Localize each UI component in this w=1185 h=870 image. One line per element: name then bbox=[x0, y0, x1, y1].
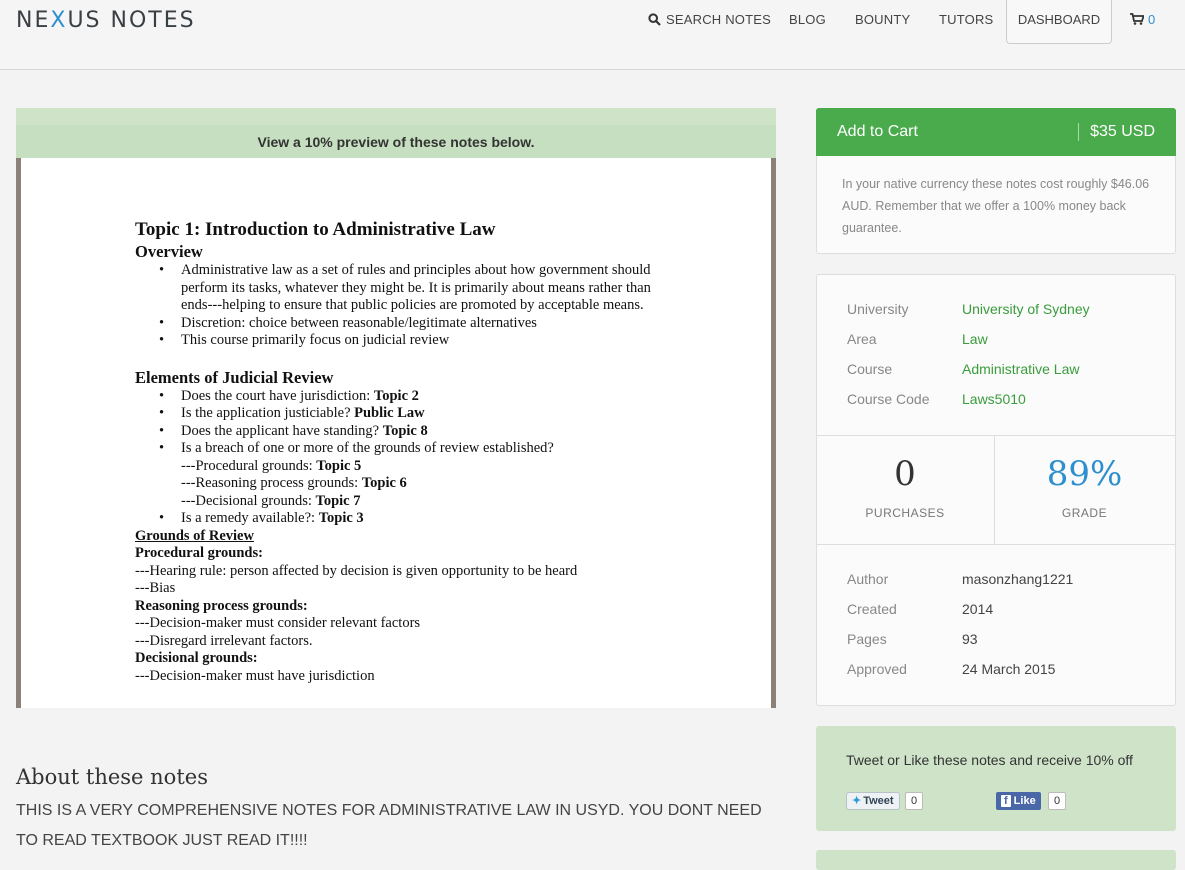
document-content: Topic 1: Introduction to Administrative … bbox=[135, 218, 755, 685]
list-item: Does the applicant have standing? Topic … bbox=[159, 423, 755, 441]
info-key: Pages bbox=[847, 631, 887, 647]
add-to-cart-label: Add to Cart bbox=[837, 123, 918, 140]
about-title: About these notes bbox=[16, 765, 208, 789]
text-line: ---Decision-maker must consider relevant… bbox=[135, 615, 421, 631]
purchases-label: PURCHASES bbox=[865, 506, 945, 520]
sub-item: ---Procedural grounds: Topic 5 bbox=[181, 457, 362, 474]
sub-item: ---Reasoning process grounds: Topic 6 bbox=[181, 475, 407, 491]
decisional-heading: Decisional grounds: bbox=[135, 650, 258, 666]
grounds-heading: Grounds of Review bbox=[135, 527, 254, 544]
tweet-button[interactable]: ✦ Tweet bbox=[846, 792, 900, 810]
purchases-count: 0 bbox=[894, 454, 916, 494]
info-key: Created bbox=[847, 601, 897, 617]
nav-search-notes[interactable]: SEARCH NOTES bbox=[648, 12, 771, 32]
text-line: ---Disregard irrelevant factors. bbox=[135, 632, 313, 649]
grade-label: GRADE bbox=[1061, 506, 1108, 520]
facebook-like-button[interactable]: f Like bbox=[996, 792, 1041, 810]
preview-banner: View a 10% preview of these notes below. bbox=[16, 125, 776, 159]
preview-document[interactable]: Topic 1: Introduction to Administrative … bbox=[16, 158, 776, 708]
shopping-cart-icon bbox=[1130, 13, 1145, 25]
add-to-cart-button[interactable]: Add to Cart $35 USD bbox=[816, 108, 1176, 156]
like-count: 0 bbox=[1048, 792, 1067, 810]
list-item: Discretion: choice between reasonable/le… bbox=[159, 315, 659, 333]
info-key: Area bbox=[847, 331, 877, 347]
twitter-bird-icon: ✦ bbox=[852, 795, 862, 807]
stats-section: 0 PURCHASES 89% GRADE bbox=[816, 435, 1176, 545]
site-logo[interactable]: NEXUS NOTES bbox=[16, 8, 196, 33]
logo-text-end: US NOTES bbox=[67, 8, 196, 33]
area-link[interactable]: Law bbox=[962, 331, 988, 347]
nav-cart[interactable]: 0 bbox=[1130, 12, 1155, 27]
button-divider bbox=[1078, 123, 1079, 141]
document-title: Topic 1: Introduction to Administrative … bbox=[135, 219, 496, 240]
text-line: ---Hearing rule: person affected by deci… bbox=[135, 562, 578, 579]
info-key: University bbox=[847, 301, 909, 317]
list-item: Is a remedy available?: Topic 3 bbox=[159, 510, 755, 528]
text-line: ---Bias bbox=[135, 580, 176, 596]
list-item: Is the application justiciable? Public L… bbox=[159, 405, 755, 423]
info-key: Course bbox=[847, 361, 893, 377]
text-line: ---Decision-maker must have jurisdiction bbox=[135, 667, 375, 684]
elements-list: Does the court have jurisdiction: Topic … bbox=[159, 388, 755, 458]
list-item: Does the court have jurisdiction: Topic … bbox=[159, 388, 755, 406]
sub-item: ---Decisional grounds: Topic 7 bbox=[181, 492, 361, 509]
currency-note: In your native currency these notes cost… bbox=[842, 177, 1150, 235]
author-value: masonzhang1221 bbox=[962, 571, 1074, 587]
tweet-count: 0 bbox=[905, 792, 924, 810]
logo-x-mark: X bbox=[50, 8, 68, 33]
created-value: 2014 bbox=[962, 601, 994, 617]
share-text: Tweet or Like these notes and receive 10… bbox=[846, 752, 1133, 768]
logo-text-start: NE bbox=[16, 8, 51, 33]
search-icon bbox=[648, 13, 661, 26]
reasoning-heading: Reasoning process grounds: bbox=[135, 597, 308, 614]
overview-heading: Overview bbox=[135, 242, 203, 261]
facebook-icon: f bbox=[1001, 795, 1011, 807]
notes-preview: View a 10% preview of these notes below.… bbox=[16, 108, 776, 708]
course-code-link[interactable]: Laws5010 bbox=[962, 391, 1026, 407]
grade-value: 89% bbox=[1046, 454, 1123, 494]
about-text: THIS IS A VERY COMPREHENSIVE NOTES FOR A… bbox=[16, 802, 762, 849]
next-panel bbox=[816, 850, 1176, 870]
overview-list: Administrative law as a set of rules and… bbox=[159, 262, 659, 350]
like-label: Like bbox=[1013, 795, 1036, 807]
purchases-stat: 0 PURCHASES bbox=[816, 436, 995, 544]
list-item: Administrative law as a set of rules and… bbox=[159, 262, 659, 315]
tweet-label: Tweet bbox=[863, 795, 894, 807]
info-key: Author bbox=[847, 571, 889, 587]
nav-search-label: SEARCH NOTES bbox=[666, 12, 771, 27]
notes-info-panel: University University of Sydney Area Law… bbox=[816, 274, 1176, 706]
procedural-heading: Procedural grounds: bbox=[135, 545, 263, 561]
grade-stat: 89% GRADE bbox=[995, 436, 1174, 544]
purchase-panel: Add to Cart $35 USD In your native curre… bbox=[816, 108, 1176, 254]
info-key: Approved bbox=[847, 661, 907, 677]
site-header: NEXUS NOTES SEARCH NOTES BLOG BOUNTY TUT… bbox=[0, 0, 1185, 70]
list-item: Is a breach of one or more of the ground… bbox=[159, 440, 755, 458]
cart-count: 0 bbox=[1148, 12, 1156, 27]
course-link[interactable]: Administrative Law bbox=[962, 361, 1080, 377]
university-link[interactable]: University of Sydney bbox=[962, 301, 1090, 317]
list-item: This course primarily focus on judicial … bbox=[159, 332, 659, 350]
nav-blog[interactable]: BLOG bbox=[789, 12, 826, 32]
info-key: Course Code bbox=[847, 391, 930, 407]
approved-value: 24 March 2015 bbox=[962, 661, 1056, 677]
pages-value: 93 bbox=[962, 631, 978, 647]
nav-tutors[interactable]: TUTORS bbox=[939, 12, 993, 32]
elements-heading: Elements of Judicial Review bbox=[135, 367, 334, 387]
nav-dashboard[interactable]: DASHBOARD bbox=[1006, 0, 1112, 44]
nav-bounty[interactable]: BOUNTY bbox=[855, 12, 910, 32]
price-label: $35 USD bbox=[1090, 123, 1155, 140]
share-panel: Tweet or Like these notes and receive 10… bbox=[816, 726, 1176, 831]
remedy-list: Is a remedy available?: Topic 3 bbox=[159, 510, 755, 528]
